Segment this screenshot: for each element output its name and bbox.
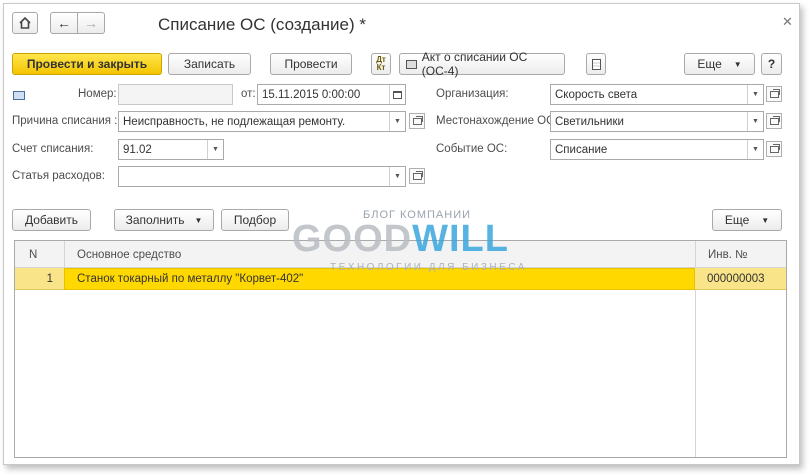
- chevron-down-icon: ▼: [752, 118, 759, 125]
- organization-value: Скорость света: [555, 88, 638, 101]
- forward-button[interactable]: →: [77, 12, 105, 34]
- open-icon: [769, 143, 780, 153]
- number-label: Номер:: [78, 88, 117, 100]
- reason-field[interactable]: Неисправность, не подлежащая ремонту. ▼: [118, 111, 406, 132]
- back-button[interactable]: ←: [50, 12, 78, 34]
- arrow-left-icon: ←: [57, 15, 71, 31]
- document-status-icon: [13, 91, 25, 100]
- chevron-down-icon: ▼: [212, 146, 219, 153]
- cell-inv[interactable]: 000000003: [707, 268, 765, 290]
- reason-label: Причина списания :: [12, 115, 118, 127]
- date-value: 15.11.2015 0:00:00: [262, 88, 361, 101]
- close-icon[interactable]: ✕: [782, 14, 793, 30]
- event-field[interactable]: Списание ▼: [550, 139, 764, 160]
- more-menu-button[interactable]: Еще ▼: [684, 53, 755, 75]
- watermark-logo: GOODWILL: [292, 218, 509, 261]
- reason-dropdown[interactable]: ▼: [389, 112, 405, 131]
- post-and-close-button[interactable]: Провести и закрыть: [12, 53, 162, 75]
- fill-menu-button[interactable]: Заполнить ▼: [114, 209, 214, 231]
- home-button[interactable]: [12, 12, 38, 34]
- expense-open-button[interactable]: [409, 168, 425, 184]
- calendar-button[interactable]: [389, 85, 405, 104]
- open-icon: [769, 115, 780, 125]
- open-icon: [412, 170, 423, 180]
- location-value: Светильники: [555, 115, 624, 128]
- dt-kt-icon: Дт Кт: [376, 55, 386, 72]
- account-dropdown[interactable]: ▼: [207, 140, 223, 159]
- organization-open-button[interactable]: [766, 86, 782, 102]
- location-label: Местонахождение ОС:: [436, 115, 558, 127]
- chevron-down-icon: ▼: [394, 173, 401, 180]
- chevron-down-icon: ▼: [761, 215, 770, 225]
- home-icon: [19, 17, 31, 29]
- chevron-down-icon: ▼: [194, 215, 203, 225]
- more-label: Еще: [697, 57, 722, 71]
- open-icon: [412, 115, 423, 125]
- save-button[interactable]: Записать: [168, 53, 251, 75]
- expense-dropdown[interactable]: ▼: [389, 167, 405, 186]
- number-field[interactable]: [118, 84, 233, 105]
- expense-label: Статья расходов:: [12, 170, 105, 182]
- chevron-down-icon: ▼: [733, 59, 742, 69]
- dt-kt-button[interactable]: Дт Кт: [371, 53, 391, 75]
- location-dropdown[interactable]: ▼: [747, 112, 763, 131]
- help-button[interactable]: ?: [761, 53, 782, 75]
- printer-icon: [406, 59, 417, 69]
- organization-field[interactable]: Скорость света ▼: [550, 84, 764, 105]
- post-button[interactable]: Провести: [270, 53, 352, 75]
- document-window: ← → Списание ОС (создание) * ✕ Провести …: [3, 3, 800, 465]
- reason-open-button[interactable]: [409, 113, 425, 129]
- calendar-icon: [393, 90, 402, 99]
- select-button[interactable]: Подбор: [221, 209, 289, 231]
- event-label: Событие ОС:: [436, 143, 508, 155]
- col-header-asset[interactable]: Основное средство: [77, 241, 181, 268]
- table-more-menu-button[interactable]: Еще ▼: [712, 209, 782, 231]
- account-label: Счет списания:: [12, 143, 94, 155]
- organization-dropdown[interactable]: ▼: [747, 85, 763, 104]
- column-divider: [64, 241, 65, 268]
- table-more-label: Еще: [724, 213, 750, 227]
- date-field[interactable]: 15.11.2015 0:00:00: [257, 84, 406, 105]
- report-button[interactable]: [586, 53, 606, 75]
- watermark-tagline: ТЕХНОЛОГИИ ДЛЯ БИЗНЕСА: [330, 262, 527, 273]
- account-value: 91.02: [123, 143, 152, 156]
- add-row-button[interactable]: Добавить: [12, 209, 91, 231]
- expense-field[interactable]: ▼: [118, 166, 406, 187]
- open-icon: [769, 88, 780, 98]
- event-value: Списание: [555, 143, 608, 156]
- fill-label: Заполнить: [125, 213, 185, 227]
- location-field[interactable]: Светильники ▼: [550, 111, 764, 132]
- document-icon: [591, 58, 601, 70]
- arrow-right-icon: →: [84, 15, 98, 31]
- chevron-down-icon: ▼: [394, 118, 401, 125]
- location-open-button[interactable]: [766, 113, 782, 129]
- event-dropdown[interactable]: ▼: [747, 140, 763, 159]
- organization-label: Организация:: [436, 88, 509, 100]
- cell-n[interactable]: 1: [15, 268, 53, 290]
- chevron-down-icon: ▼: [752, 91, 759, 98]
- watermark-brand-gray: GOOD: [292, 218, 413, 260]
- watermark-brand-blue: WILL: [412, 218, 509, 260]
- chevron-down-icon: ▼: [752, 146, 759, 153]
- account-field[interactable]: 91.02 ▼: [118, 139, 224, 160]
- reason-value: Неисправность, не подлежащая ремонту.: [123, 115, 346, 128]
- col-header-n[interactable]: N: [29, 241, 37, 268]
- print-act-label: Акт о списании ОС (ОС-4): [421, 50, 528, 78]
- col-header-inv[interactable]: Инв. №: [708, 241, 747, 268]
- page-title: Списание ОС (создание) *: [158, 15, 366, 34]
- date-label: от:: [241, 88, 256, 100]
- print-act-button[interactable]: Акт о списании ОС (ОС-4): [399, 50, 565, 78]
- event-open-button[interactable]: [766, 141, 782, 157]
